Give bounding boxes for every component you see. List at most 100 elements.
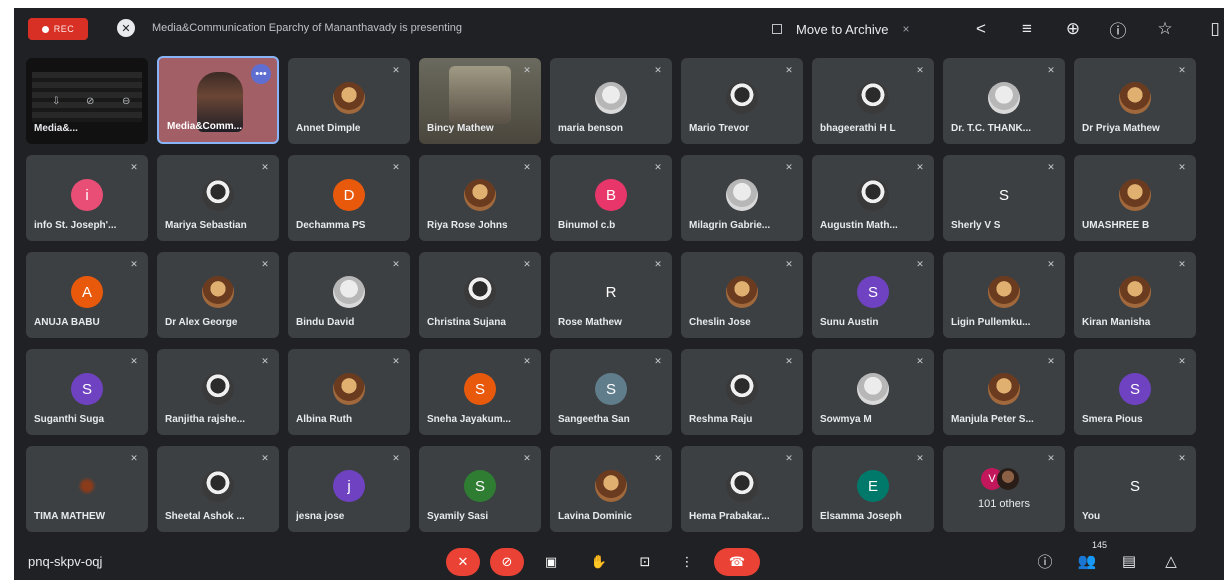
mic-muted-icon: ✕ [1047,355,1055,366]
participant-tile[interactable]: ✕ Augustin Math... [812,155,934,241]
participant-tile[interactable]: ✕ Bincy Mathew [419,58,541,144]
participant-name: Suganthi Suga [34,414,104,425]
participant-tile[interactable]: ✕ S Smera Pious [1074,349,1196,435]
participant-tile[interactable]: ✕ Ranjitha rajshe... [157,349,279,435]
more-options-button[interactable]: ⋮ [670,548,704,576]
participant-tile[interactable]: ✕ Annet Dimple [288,58,410,144]
participant-tile[interactable]: ✕ maria benson [550,58,672,144]
participant-tile[interactable]: ✕ S You [1074,446,1196,532]
participant-name: Albina Ruth [296,414,353,425]
mic-muted-icon: ✕ [1178,258,1186,269]
star-icon[interactable]: ☆ [1154,18,1176,40]
participant-name: Manjula Peter S... [951,414,1034,425]
archive-close-icon[interactable]: × [903,22,910,36]
mic-off-button[interactable]: ✕ [446,548,480,576]
participant-tile[interactable]: ✕ Sheetal Ashok ... [157,446,279,532]
people-icon[interactable]: 👥 [1076,550,1098,572]
participant-tile[interactable]: ✕ Mariya Sebastian [157,155,279,241]
participant-tile[interactable]: ✕ Albina Ruth [288,349,410,435]
mic-muted-icon: ✕ [654,452,662,463]
more-options-icon[interactable]: ••• [251,64,271,84]
participant-tile[interactable]: ✕ V 101 others [943,446,1065,532]
participant-tile[interactable]: ✕ Christina Sujana [419,252,541,338]
chat-icon[interactable]: ▤ [1118,550,1140,572]
participant-tile[interactable]: ✕ UMASHREE B [1074,155,1196,241]
move-to-archive-button[interactable]: Move to Archive × [772,18,932,40]
participant-tile[interactable]: ✕ D Dechamma PS [288,155,410,241]
meet-window: REC ✕ Media&Communication Eparchy of Man… [14,8,1224,580]
participant-tile[interactable]: ✕ j jesna jose [288,446,410,532]
mic-muted-icon: ✕ [523,258,531,269]
participant-tile[interactable]: ✕ Mario Trevor [681,58,803,144]
participant-tile[interactable]: ✕ A ANUJA BABU [26,252,148,338]
participant-tile[interactable]: ✕ S Sangeetha San [550,349,672,435]
presenting-banner-text: Media&Communication Eparchy of Mananthav… [152,22,462,34]
participant-tile[interactable]: ✕ Dr. T.C. THANK... [943,58,1065,144]
participant-tile[interactable]: ✕ E Elsamma Joseph [812,446,934,532]
captions-button[interactable]: ▣ [534,548,568,576]
participant-tile[interactable]: ✕ Kiran Manisha [1074,252,1196,338]
mic-muted-icon: ✕ [261,355,269,366]
avatar [726,373,758,405]
info-icon[interactable]: ⓘ [1107,18,1129,41]
participant-tile[interactable]: ✕ S Sunu Austin [812,252,934,338]
participant-tile[interactable]: ✕ Lavina Dominic [550,446,672,532]
share-icon[interactable]: < [970,18,992,40]
participant-name: Kiran Manisha [1082,317,1151,328]
participant-tile[interactable]: ✕ S Sneha Jayakum... [419,349,541,435]
settings-sliders-icon[interactable]: ≡ [1016,18,1038,40]
pin-icon[interactable]: ⇩ [52,96,60,107]
zoom-icon[interactable]: ⊕ [1062,18,1084,40]
mic-muted-icon: ✕ [523,355,531,366]
participant-tile[interactable]: ✕ S Suganthi Suga [26,349,148,435]
participant-name: Ranjitha rajshe... [165,414,246,425]
participant-tile[interactable]: ✕ Manjula Peter S... [943,349,1065,435]
avatar: S [1119,470,1151,502]
mic-muted-icon: ✕ [654,258,662,269]
avatar [988,82,1020,114]
participant-tile[interactable]: ✕ Riya Rose Johns [419,155,541,241]
remove-icon[interactable]: ⊖ [122,96,130,107]
participant-tile[interactable]: ✕ Ligin Pullemku... [943,252,1065,338]
panel-icon[interactable]: ▯ [1204,18,1224,40]
participant-tile[interactable]: ✕ Bindu David [288,252,410,338]
participant-tile[interactable]: ✕ TIMA MATHEW [26,446,148,532]
avatar: E [857,470,889,502]
avatar [857,179,889,211]
participant-name: info St. Joseph'... [34,220,117,231]
mic-muted-icon: ✕ [261,161,269,172]
participant-tile[interactable]: ✕ B Binumol c.b [550,155,672,241]
avatar: i [71,179,103,211]
participant-tile[interactable]: ✕ Sowmya M [812,349,934,435]
recording-label: REC [53,24,75,34]
archive-label: Move to Archive [796,21,889,37]
present-screen-button[interactable]: ⊡ [628,548,662,576]
participant-tile[interactable]: ✕ Hema Prabakar... [681,446,803,532]
participant-name: Riya Rose Johns [427,220,508,231]
mic-muted-icon: ✕ [916,355,924,366]
avatar: S [464,373,496,405]
participant-name: Dr Priya Mathew [1082,123,1160,134]
presentation-tile[interactable]: ⇩ ⊘ ⊖ Media&... [26,58,148,144]
participant-tile[interactable]: ✕ Dr Priya Mathew [1074,58,1196,144]
participant-name: Sherly V S [951,220,1001,231]
participant-name: Sheetal Ashok ... [165,511,245,522]
camera-off-button[interactable]: ⊘ [490,548,524,576]
raise-hand-button[interactable]: ✋ [582,548,616,576]
participant-tile[interactable]: ✕ Cheslin Jose [681,252,803,338]
meeting-details-icon[interactable]: ⓘ [1034,550,1056,572]
participant-tile[interactable]: ✕ Dr Alex George [157,252,279,338]
participant-tile[interactable]: ✕ Reshma Raju [681,349,803,435]
activities-icon[interactable]: △ [1160,550,1182,572]
participant-tile[interactable]: ✕ S Syamily Sasi [419,446,541,532]
mic-muted-icon: ✕ [130,161,138,172]
self-name: Media&Comm... [167,121,243,132]
participant-tile[interactable]: ✕ S Sherly V S [943,155,1065,241]
mute-icon[interactable]: ⊘ [86,96,94,107]
self-video-tile[interactable]: ••• Media&Comm... [157,56,279,144]
participant-tile[interactable]: ✕ Milagrin Gabrie... [681,155,803,241]
participant-tile[interactable]: ✕ i info St. Joseph'... [26,155,148,241]
leave-call-button[interactable]: ☎ [714,548,760,576]
participant-tile[interactable]: ✕ R Rose Mathew [550,252,672,338]
participant-tile[interactable]: ✕ bhageerathi H L [812,58,934,144]
